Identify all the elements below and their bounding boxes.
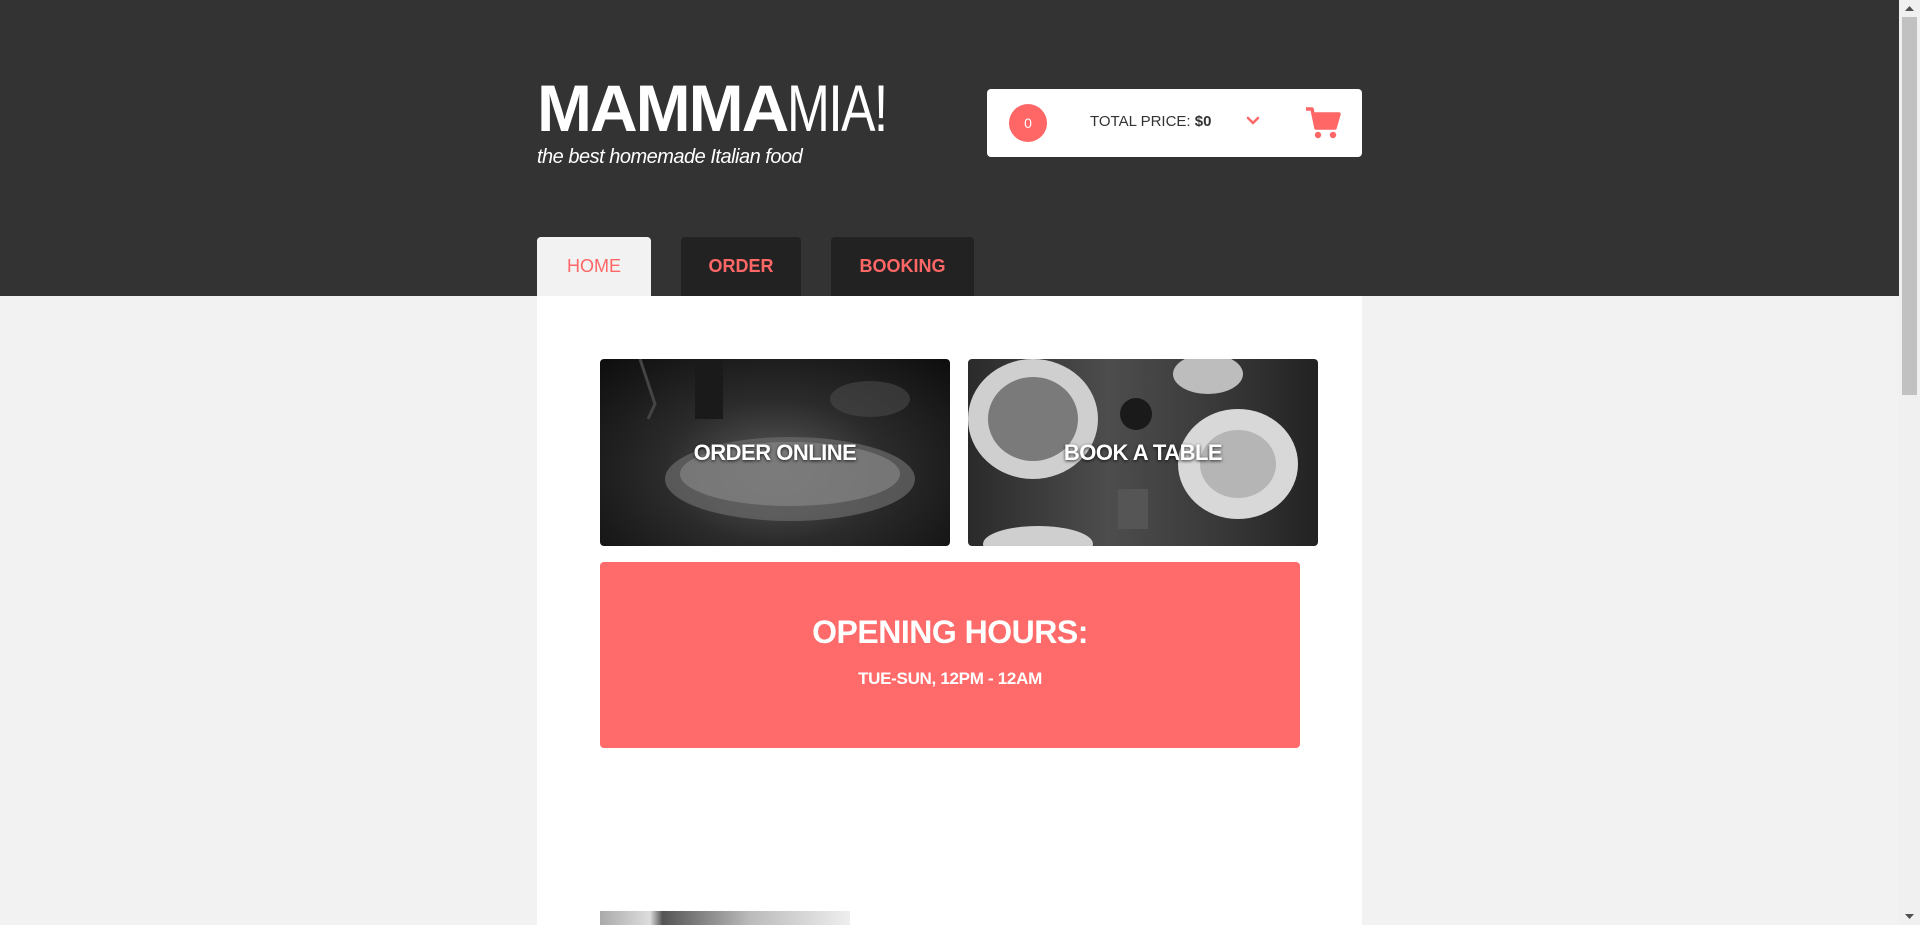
opening-hours-time: TUE-SUN, 12PM - 12AM: [858, 669, 1042, 688]
cart-total-value: $0: [1194, 113, 1212, 130]
chef-photo: [600, 911, 850, 925]
order-online-label: ORDER ONLINE: [693, 439, 857, 465]
cart-total-price: TOTAL PRICE: $0: [1090, 113, 1211, 130]
vertical-scrollbar[interactable]: [1899, 0, 1920, 925]
scroll-down-arrow-icon[interactable]: [1899, 908, 1920, 925]
logo-bold-text: MAMMA: [537, 71, 789, 145]
tab-home[interactable]: HOME: [537, 237, 651, 296]
scroll-up-arrow-icon[interactable]: [1899, 0, 1920, 17]
scrollbar-thumb[interactable]: [1902, 17, 1917, 395]
shopping-cart-icon[interactable]: [1305, 106, 1341, 140]
tab-order[interactable]: ORDER: [681, 237, 801, 296]
cart-count-badge: 0: [1009, 104, 1047, 142]
book-table-tile[interactable]: BOOK A TABLE: [968, 359, 1318, 546]
site-logo[interactable]: MAMMAMIA!: [537, 70, 895, 146]
chevron-down-icon[interactable]: [1245, 113, 1261, 129]
cart-widget[interactable]: 0 TOTAL PRICE: $0: [987, 89, 1362, 157]
site-tagline: the best homemade Italian food: [537, 146, 803, 168]
tab-booking[interactable]: BOOKING: [831, 237, 974, 296]
site-header: MAMMAMIA! the best homemade Italian food…: [0, 0, 1899, 296]
main-content: ORDER ONLINE BOOK A TABLE OPENING HOURS:…: [537, 296, 1362, 925]
opening-hours-panel: OPENING HOURS: TUE-SUN, 12PM - 12AM: [600, 562, 1300, 748]
order-online-tile[interactable]: ORDER ONLINE: [600, 359, 950, 546]
book-table-label: BOOK A TABLE: [1063, 439, 1223, 465]
cart-total-label: TOTAL PRICE:: [1090, 113, 1195, 130]
logo-light-text: MIA!: [787, 71, 888, 145]
opening-hours-title: OPENING HOURS:: [812, 614, 1088, 650]
